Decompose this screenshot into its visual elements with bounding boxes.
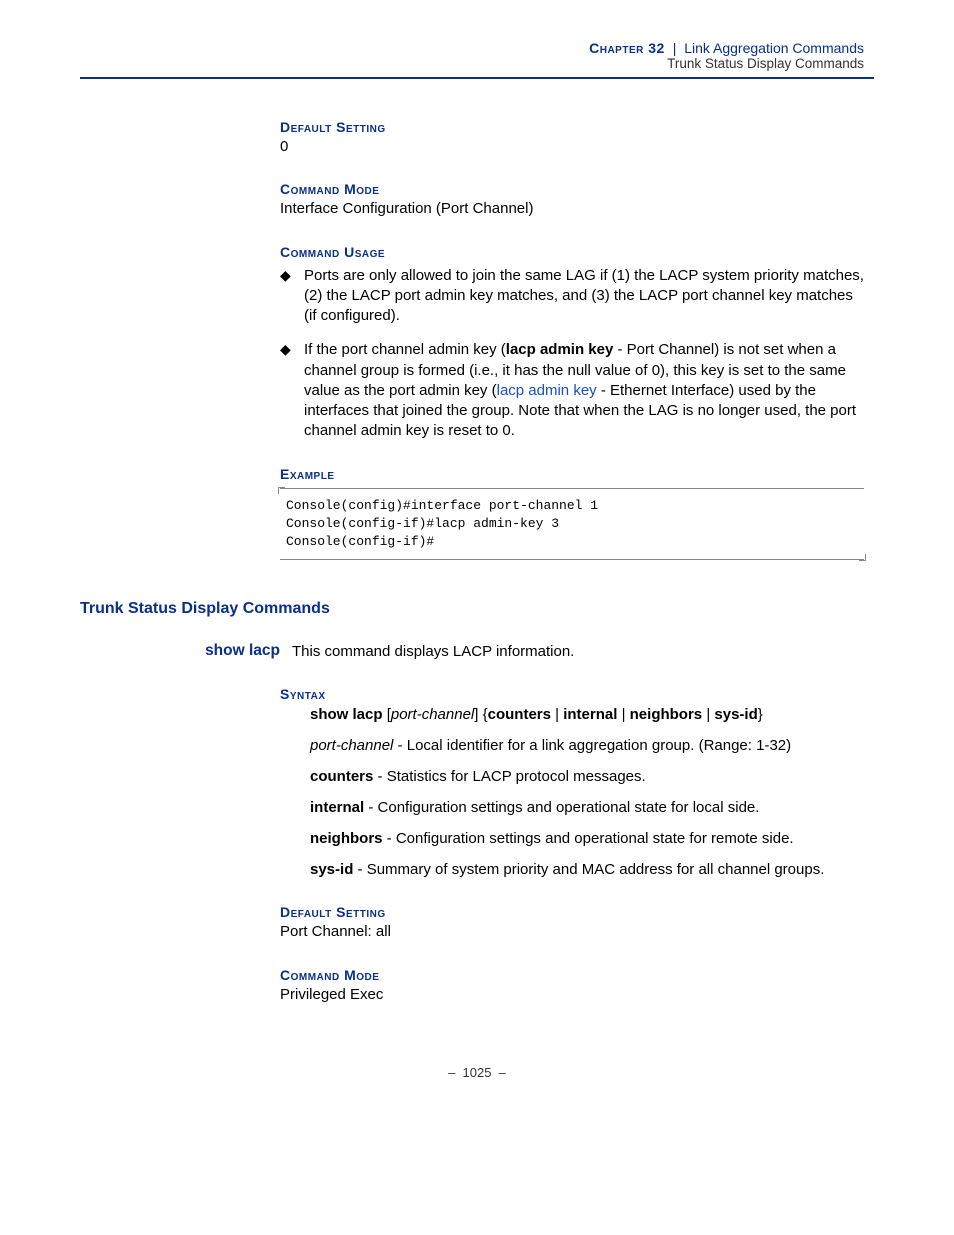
- default-setting-value: 0: [280, 137, 864, 157]
- syntax-cmd: show lacp: [310, 706, 383, 723]
- param-sys-id: sys-id - Summary of system priority and …: [310, 859, 864, 880]
- default-setting-label: Default Setting: [280, 119, 864, 135]
- command-usage-label: Command Usage: [280, 244, 864, 260]
- param-neighbors: neighbors - Configuration settings and o…: [310, 828, 864, 849]
- command-mode-value: Interface Configuration (Port Channel): [280, 199, 864, 219]
- syntax-label: Syntax: [280, 686, 864, 702]
- lacp-admin-key-link[interactable]: lacp admin key: [497, 382, 597, 399]
- bullet-marker-icon: ◆: [280, 340, 304, 441]
- syntax-opt-neighbors: neighbors: [630, 706, 703, 723]
- text-fragment: If the port channel admin key (: [304, 341, 506, 358]
- text-bold: lacp admin key: [506, 341, 614, 358]
- command-description: This command displays LACP information.: [292, 642, 864, 662]
- command-name-show-lacp: show lacp: [80, 642, 292, 662]
- header-rule: [80, 77, 874, 79]
- chapter-title: Link Aggregation Commands: [684, 40, 864, 56]
- command-mode-label-2: Command Mode: [280, 967, 864, 983]
- param-name: counters: [310, 768, 373, 785]
- example-code: Console(config)#interface port-channel 1…: [286, 497, 858, 552]
- usage-bullet-2-text: If the port channel admin key (lacp admi…: [304, 340, 864, 441]
- param-port-channel: port-channel - Local identifier for a li…: [310, 735, 864, 756]
- chapter-label: Chapter 32: [589, 40, 665, 56]
- param-desc: - Local identifier for a link aggregatio…: [393, 737, 791, 754]
- default-setting-value-2: Port Channel: all: [280, 922, 864, 942]
- param-desc: - Summary of system priority and MAC add…: [353, 861, 824, 878]
- syntax-line: show lacp [port-channel] {counters | int…: [310, 704, 864, 725]
- syntax-opt-internal: internal: [563, 706, 617, 723]
- usage-bullet-1-text: Ports are only allowed to join the same …: [304, 266, 864, 327]
- page-number: – 1025 –: [80, 1065, 874, 1080]
- example-label: Example: [280, 466, 864, 482]
- usage-bullet-1: ◆ Ports are only allowed to join the sam…: [280, 266, 864, 327]
- command-mode-value-2: Privileged Exec: [280, 985, 864, 1005]
- default-setting-label-2: Default Setting: [280, 904, 864, 920]
- param-name: sys-id: [310, 861, 353, 878]
- param-desc: - Configuration settings and operational…: [364, 799, 759, 816]
- param-internal: internal - Configuration settings and op…: [310, 797, 864, 818]
- usage-bullet-2: ◆ If the port channel admin key (lacp ad…: [280, 340, 864, 441]
- param-name: neighbors: [310, 830, 383, 847]
- syntax-opt-counters: counters: [488, 706, 551, 723]
- param-counters: counters - Statistics for LACP protocol …: [310, 766, 864, 787]
- header-separator: |: [673, 40, 677, 56]
- syntax-arg-portchannel: port-channel: [391, 706, 474, 723]
- param-name: internal: [310, 799, 364, 816]
- param-name: port-channel: [310, 737, 393, 754]
- section-heading-trunk-status: Trunk Status Display Commands: [80, 600, 874, 618]
- example-box: Console(config)#interface port-channel 1…: [280, 488, 864, 561]
- command-mode-label: Command Mode: [280, 181, 864, 197]
- header-subtitle: Trunk Status Display Commands: [80, 56, 864, 71]
- bullet-marker-icon: ◆: [280, 266, 304, 327]
- header-line1: Chapter 32 | Link Aggregation Commands: [80, 40, 864, 56]
- param-desc: - Statistics for LACP protocol messages.: [373, 768, 645, 785]
- param-desc: - Configuration settings and operational…: [383, 830, 794, 847]
- syntax-opt-sysid: sys-id: [714, 706, 757, 723]
